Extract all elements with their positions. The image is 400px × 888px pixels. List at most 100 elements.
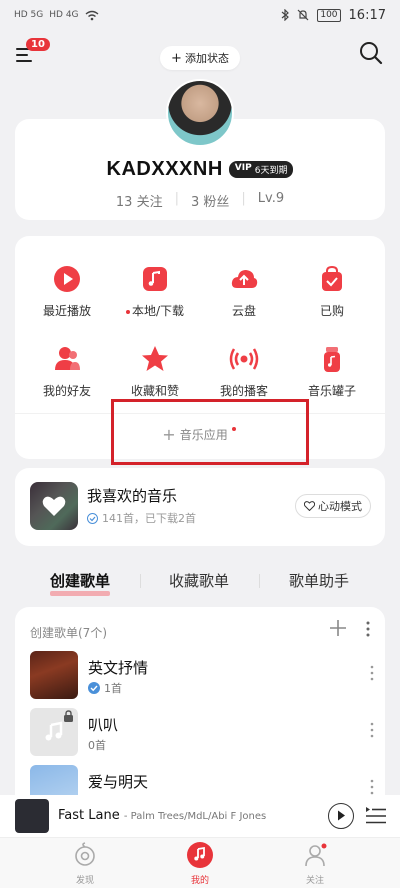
- grid-item-music-jar[interactable]: 音乐罐子: [286, 344, 378, 404]
- grid-item-label: 云盘: [231, 304, 256, 318]
- grid-item-favorites[interactable]: 收藏和赞: [109, 344, 201, 404]
- grid-item-purchased[interactable]: 已购: [286, 264, 378, 324]
- menu-icon-line: [16, 60, 32, 62]
- more-vertical-icon[interactable]: [365, 621, 371, 637]
- level-label[interactable]: Lv.9: [258, 191, 284, 210]
- nav-follow-label: 关注: [305, 876, 324, 886]
- top-bar: 10 + 添加状态: [0, 36, 400, 76]
- notification-badge: 10: [26, 38, 50, 51]
- username[interactable]: KADXXXNH: [107, 158, 223, 181]
- grid-item-local[interactable]: 本地/下载: [109, 264, 201, 324]
- grid-item-label-wrap: 本地/下载: [109, 302, 201, 319]
- vip-label: VIP: [234, 163, 252, 173]
- music-note-icon: [45, 721, 63, 741]
- cloud-upload-icon: [231, 270, 258, 288]
- now-playing-artist: - Palm Trees/MdL/Abi F Jones: [123, 811, 267, 822]
- music-note-icon: [143, 267, 167, 291]
- playlist-cover: [30, 651, 78, 699]
- grid-item-friends[interactable]: 我的好友: [21, 344, 113, 404]
- vip-expiry: 6天到期: [254, 166, 288, 176]
- plus-icon: +: [171, 50, 182, 66]
- heart-icon: [42, 496, 66, 516]
- more-vertical-icon[interactable]: [369, 722, 375, 738]
- nav-mine-label: 我的: [190, 876, 209, 886]
- tab-assistant[interactable]: 歌单助手: [289, 570, 349, 591]
- nav-follow[interactable]: 关注: [285, 842, 345, 886]
- playlist-name: 爱与明天: [88, 773, 149, 791]
- clock: 16:17: [348, 7, 386, 23]
- liked-music-subtitle: 141首，已下载2首: [102, 512, 196, 525]
- grid-item-label: 已购: [319, 304, 344, 318]
- jar-icon: [324, 347, 340, 372]
- battery-indicator: 100: [317, 8, 341, 22]
- playlist-count: 1首: [104, 682, 122, 695]
- divider: [259, 574, 260, 588]
- playlist-row[interactable]: 爱与明天: [30, 765, 375, 797]
- downloaded-check-icon: [88, 682, 100, 694]
- new-dot: [125, 309, 130, 314]
- divider: |: [241, 191, 246, 206]
- playlist-row[interactable]: 叭叭 0首: [30, 708, 375, 758]
- signal-label-1: HD 5G: [14, 10, 44, 20]
- playlist-count-row: 0首: [88, 737, 106, 753]
- follow-count[interactable]: 13 关注: [116, 191, 163, 210]
- lock-icon: [64, 710, 73, 722]
- playlists-header: 创建歌单(7个): [30, 626, 107, 640]
- created-playlists-card: 创建歌单(7个) 英文抒情 1首 叭叭 0首 爱与明天: [15, 607, 385, 797]
- tab-collected[interactable]: 收藏歌单: [169, 570, 229, 591]
- signal-label-2: HD 4G: [49, 10, 79, 20]
- tab-collected-label: 收藏歌单: [169, 572, 230, 590]
- play-button[interactable]: [328, 803, 354, 829]
- menu-icon-line: [16, 54, 28, 56]
- playlist-row[interactable]: 英文抒情 1首: [30, 651, 375, 701]
- add-playlist-icon[interactable]: [329, 619, 347, 637]
- playlist-count-row: 1首: [88, 680, 122, 696]
- highlight-annotation-box: [111, 399, 309, 465]
- grid-item-recent[interactable]: 最近播放: [21, 264, 113, 324]
- bluetooth-icon: [281, 9, 290, 21]
- active-tab-indicator: [50, 591, 111, 596]
- playlist-tabs: 创建歌单 收藏歌单 歌单助手: [0, 568, 400, 598]
- nav-discover-label: 发现: [75, 876, 94, 886]
- grid-item-podcast[interactable]: 我的播客: [198, 344, 290, 404]
- more-vertical-icon[interactable]: [369, 779, 375, 795]
- grid-item-cloud[interactable]: 云盘: [198, 264, 290, 324]
- downloaded-check-icon: [87, 512, 98, 524]
- add-status-button[interactable]: + 添加状态: [160, 46, 240, 70]
- heart-outline-icon: [304, 501, 315, 511]
- playlist-queue-icon[interactable]: [365, 805, 387, 825]
- liked-music-title: 我喜欢的音乐: [87, 487, 178, 505]
- search-icon[interactable]: [358, 40, 384, 66]
- grid-item-label: 我的好友: [42, 384, 91, 398]
- music-note-icon: [187, 842, 213, 868]
- heart-mode-button[interactable]: 心动模式: [295, 494, 371, 518]
- bottom-navigation: 发现 我的 关注: [0, 837, 400, 888]
- playlist-count: 0首: [88, 739, 106, 752]
- add-status-label: 添加状态: [184, 52, 229, 65]
- fans-count[interactable]: 3 粉丝: [191, 191, 229, 210]
- friends-icon: [55, 347, 80, 370]
- play-circle-icon: [54, 266, 80, 292]
- profile-stats: 13 关注 | 3 粉丝 | Lv.9: [0, 191, 400, 210]
- now-playing-title: Fast Lane: [58, 808, 120, 823]
- vip-badge[interactable]: VIP 6天到期: [228, 161, 294, 178]
- nav-discover[interactable]: 发现: [55, 842, 115, 886]
- more-vertical-icon[interactable]: [369, 665, 375, 681]
- tab-created[interactable]: 创建歌单: [50, 570, 111, 596]
- signal-indicators: HD 5G HD 4G: [14, 10, 99, 21]
- avatar[interactable]: [166, 79, 234, 147]
- grid-item-label: 我的播客: [219, 384, 268, 398]
- nav-mine[interactable]: 我的: [170, 842, 230, 886]
- mini-player[interactable]: Fast Lane - Palm Trees/MdL/Abi F Jones: [0, 795, 400, 837]
- divider: |: [174, 191, 179, 206]
- mute-bell-icon: [297, 9, 309, 21]
- grid-item-label: 最近播放: [42, 304, 91, 318]
- now-playing-cover: [15, 799, 49, 833]
- liked-music-card[interactable]: 我喜欢的音乐 141首，已下载2首 心动模式: [15, 468, 385, 546]
- playlist-name: 叭叭: [88, 716, 119, 734]
- tab-assistant-label: 歌单助手: [289, 572, 350, 590]
- playlist-name: 英文抒情: [88, 659, 149, 677]
- shopping-bag-icon: [322, 265, 342, 291]
- tab-created-label: 创建歌单: [50, 572, 111, 590]
- user-icon: [305, 843, 327, 867]
